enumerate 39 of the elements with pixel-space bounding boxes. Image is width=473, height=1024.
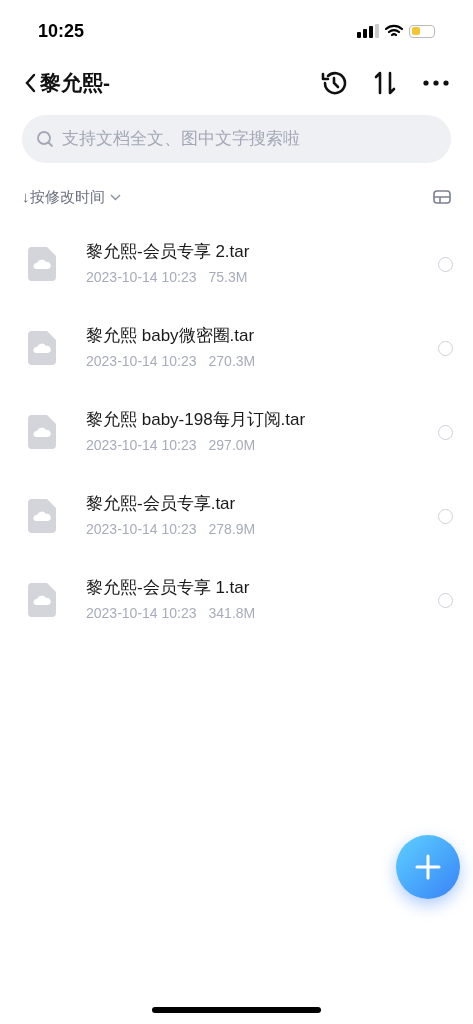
- sort-dropdown[interactable]: ↓按修改时间: [22, 185, 121, 209]
- file-size: 278.9M: [208, 520, 256, 539]
- file-size: 75.3M: [208, 268, 248, 287]
- file-date: 2023-10-14 10:23: [86, 352, 197, 371]
- more-button[interactable]: [423, 80, 449, 86]
- file-cloud-icon: [28, 499, 56, 533]
- file-size: 270.3M: [208, 352, 256, 371]
- view-toggle-button[interactable]: [433, 190, 451, 204]
- file-cloud-icon: [28, 247, 56, 281]
- file-row[interactable]: 黎允熙-会员专享.tar 2023-10-14 10:23 278.9M: [0, 474, 473, 558]
- folder-title: 黎允熙-: [40, 70, 110, 97]
- add-button[interactable]: [396, 835, 460, 899]
- file-name: 黎允熙 baby-198每月订阅.tar: [86, 409, 307, 431]
- wifi-icon: [385, 24, 403, 38]
- file-name: 黎允熙-会员专享 1.tar: [86, 577, 251, 599]
- file-row[interactable]: 黎允熙 baby微密圈.tar 2023-10-14 10:23 270.3M: [0, 306, 473, 390]
- file-row[interactable]: 黎允熙-会员专享 1.tar 2023-10-14 10:23 341.8M: [0, 558, 473, 642]
- signal-icon: [357, 24, 379, 38]
- file-date: 2023-10-14 10:23: [86, 436, 197, 455]
- status-time: 10:25: [38, 19, 85, 43]
- file-cloud-icon: [28, 583, 56, 617]
- file-size: 341.8M: [208, 604, 256, 623]
- battery-icon: [409, 24, 435, 38]
- chevron-down-icon: [109, 193, 121, 201]
- file-size: 297.0M: [208, 436, 256, 455]
- file-name: 黎允熙 baby微密圈.tar: [86, 325, 256, 347]
- file-date: 2023-10-14 10:23: [86, 520, 197, 539]
- file-date: 2023-10-14 10:23: [86, 268, 197, 287]
- file-cloud-icon: [28, 331, 56, 365]
- search-field[interactable]: 支持文档全文、图中文字搜索啦: [22, 115, 451, 163]
- file-row[interactable]: 黎允熙 baby-198每月订阅.tar 2023-10-14 10:23 297.0M: [0, 390, 473, 474]
- file-name: 黎允熙-会员专享 2.tar: [86, 241, 251, 263]
- back-button[interactable]: [24, 72, 38, 94]
- search-icon: [36, 130, 54, 148]
- file-name: 黎允熙-会员专享.tar: [86, 493, 237, 515]
- file-date: 2023-10-14 10:23: [86, 604, 197, 623]
- file-cloud-icon: [28, 415, 56, 449]
- file-row[interactable]: 黎允熙-会员专享 2.tar 2023-10-14 10:23 75.3M: [0, 222, 473, 306]
- plus-icon: [415, 854, 441, 880]
